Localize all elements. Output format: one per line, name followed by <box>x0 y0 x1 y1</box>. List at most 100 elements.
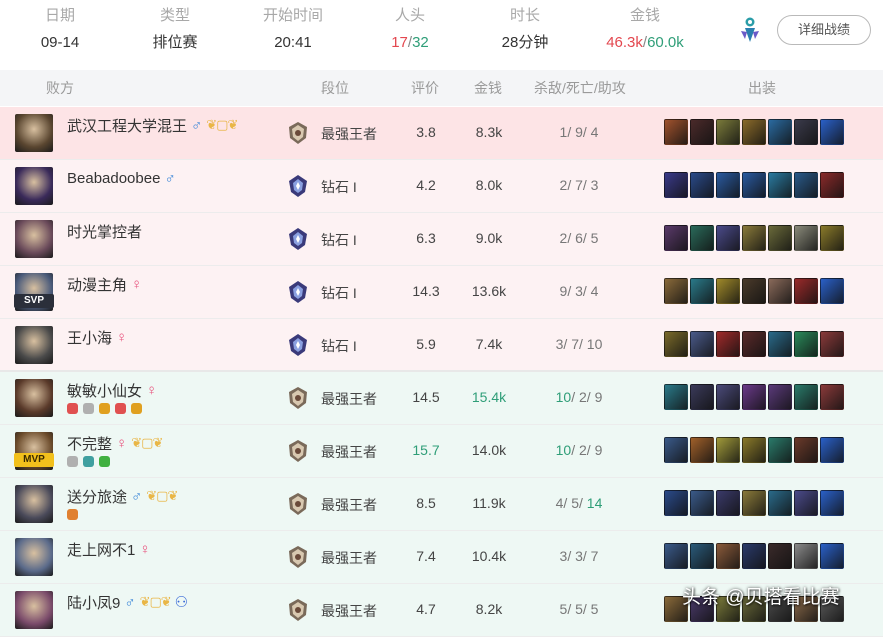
item-icon[interactable] <box>716 437 740 463</box>
rating-value: 3.8 <box>416 124 436 140</box>
item-icon[interactable] <box>664 119 688 145</box>
item-icon[interactable] <box>820 119 844 145</box>
player-row[interactable]: SVP 动漫主角 ♀ 钻石 I 14.3 13.6k 9/ 3/ 4 <box>0 266 883 319</box>
champion-avatar[interactable] <box>15 591 53 629</box>
detail-stats-button[interactable]: 详细战绩 <box>777 15 871 45</box>
deaths-count: 5 <box>571 495 579 511</box>
champion-avatar[interactable] <box>15 220 53 258</box>
champion-avatar[interactable] <box>15 114 53 152</box>
item-icon[interactable] <box>690 543 714 569</box>
item-icon[interactable] <box>768 278 792 304</box>
item-icon[interactable] <box>820 225 844 251</box>
item-icon[interactable] <box>794 543 818 569</box>
player-name[interactable]: 不完整 <box>67 433 112 454</box>
player-row[interactable]: 送分旅途 ♂ ❦▢❦ 最强王者 8.5 11.9k 4/ 5/ 14 <box>0 478 883 531</box>
player-row[interactable]: 敏敏小仙女 ♀ 最强王者 14.5 15.4k 10/ 2/ 9 <box>0 372 883 425</box>
item-icon[interactable] <box>716 543 740 569</box>
champion-avatar[interactable] <box>15 326 53 364</box>
item-icon[interactable] <box>742 225 766 251</box>
item-icon[interactable] <box>820 437 844 463</box>
item-icon[interactable] <box>768 543 792 569</box>
item-icon[interactable] <box>716 225 740 251</box>
item-icon[interactable] <box>690 225 714 251</box>
assists-count: 5 <box>590 230 599 246</box>
item-icon[interactable] <box>742 543 766 569</box>
item-icon[interactable] <box>794 278 818 304</box>
item-icon[interactable] <box>742 278 766 304</box>
duration-label: 时长 <box>509 7 540 24</box>
item-icon[interactable] <box>664 225 688 251</box>
item-icon[interactable] <box>820 490 844 516</box>
friend-icon[interactable]: ⚇ <box>175 593 188 611</box>
player-row[interactable]: 王小海 ♀ 钻石 I 5.9 7.4k 3/ 7/ 10 <box>0 319 883 372</box>
item-icon[interactable] <box>794 172 818 198</box>
item-icon[interactable] <box>664 384 688 410</box>
item-icon[interactable] <box>794 225 818 251</box>
svp-badge: SVP <box>14 294 54 308</box>
champion-avatar[interactable] <box>15 167 53 205</box>
player-name[interactable]: 陆小凤9 <box>67 592 120 613</box>
item-icon[interactable] <box>716 278 740 304</box>
item-icon[interactable] <box>716 119 740 145</box>
player-name[interactable]: 王小海 <box>67 327 112 348</box>
item-icon[interactable] <box>690 490 714 516</box>
item-icon[interactable] <box>664 437 688 463</box>
item-icon[interactable] <box>742 384 766 410</box>
item-icon[interactable] <box>664 543 688 569</box>
player-name[interactable]: 武汉工程大学混王 <box>67 115 187 136</box>
item-icon[interactable] <box>820 278 844 304</box>
item-icon[interactable] <box>768 490 792 516</box>
item-icon[interactable] <box>768 172 792 198</box>
player-name[interactable]: 时光掌控者 <box>67 221 142 242</box>
item-icon[interactable] <box>794 384 818 410</box>
item-icon[interactable] <box>742 119 766 145</box>
item-icon[interactable] <box>794 490 818 516</box>
item-icon[interactable] <box>742 172 766 198</box>
item-icon[interactable] <box>690 119 714 145</box>
item-icon[interactable] <box>690 437 714 463</box>
item-icon[interactable] <box>768 119 792 145</box>
item-icon[interactable] <box>742 490 766 516</box>
item-icon[interactable] <box>768 437 792 463</box>
item-icon[interactable] <box>664 490 688 516</box>
player-name[interactable]: 送分旅途 <box>67 486 127 507</box>
rank-label: 最强王者 <box>321 391 377 407</box>
player-row[interactable]: 走上网不1 ♀ 最强王者 7.4 10.4k 3/ 3/ 7 <box>0 531 883 584</box>
player-row[interactable]: Beabadoobee ♂ 钻石 I 4.2 8.0k 2/ 7/ 3 <box>0 160 883 213</box>
item-icon[interactable] <box>768 331 792 357</box>
player-name[interactable]: 走上网不1 <box>67 539 135 560</box>
item-icon[interactable] <box>794 437 818 463</box>
item-icon[interactable] <box>742 437 766 463</box>
item-icon[interactable] <box>664 278 688 304</box>
player-row[interactable]: 时光掌控者 钻石 I 6.3 9.0k 2/ 6/ 5 <box>0 213 883 266</box>
item-icon[interactable] <box>820 543 844 569</box>
player-row[interactable]: 武汉工程大学混王 ♂ ❦▢❦ 最强王者 3.8 8.3k 1/ 9/ 4 <box>0 107 883 160</box>
item-icon[interactable] <box>716 172 740 198</box>
champion-avatar[interactable] <box>15 379 53 417</box>
item-icon[interactable] <box>768 384 792 410</box>
item-icon[interactable] <box>820 384 844 410</box>
item-icon[interactable] <box>742 331 766 357</box>
champion-avatar[interactable] <box>15 485 53 523</box>
player-name[interactable]: Beabadoobee <box>67 170 160 187</box>
item-icon[interactable] <box>716 331 740 357</box>
female-icon: ♀ <box>116 328 128 346</box>
champion-avatar[interactable] <box>15 538 53 576</box>
item-icon[interactable] <box>664 172 688 198</box>
rune-icon[interactable] <box>738 15 762 43</box>
player-name[interactable]: 敏敏小仙女 <box>67 380 142 401</box>
item-icon[interactable] <box>794 119 818 145</box>
player-name[interactable]: 动漫主角 <box>67 274 127 295</box>
item-icon[interactable] <box>664 331 688 357</box>
item-icon[interactable] <box>794 331 818 357</box>
item-icon[interactable] <box>690 172 714 198</box>
item-icon[interactable] <box>716 490 740 516</box>
item-icon[interactable] <box>716 384 740 410</box>
item-icon[interactable] <box>768 225 792 251</box>
item-icon[interactable] <box>820 172 844 198</box>
item-icon[interactable] <box>690 384 714 410</box>
item-icon[interactable] <box>690 331 714 357</box>
player-row[interactable]: MVP 不完整 ♀ ❦▢❦ 最强王者 15.7 14.0k 10/ 2/ 9 <box>0 425 883 478</box>
item-icon[interactable] <box>690 278 714 304</box>
item-icon[interactable] <box>820 331 844 357</box>
